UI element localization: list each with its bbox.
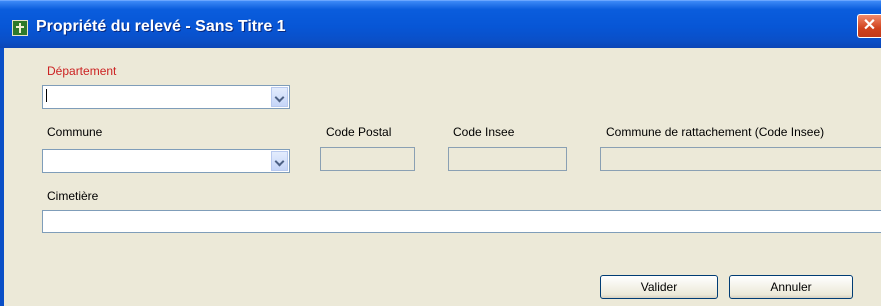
- code-postal-label: Code Postal: [326, 125, 392, 139]
- code-postal-field[interactable]: [320, 147, 415, 171]
- window-left-border: [0, 48, 4, 306]
- valider-button[interactable]: Valider: [600, 275, 718, 299]
- cimetiere-field[interactable]: [42, 210, 881, 233]
- close-button[interactable]: ✕: [857, 14, 881, 38]
- window-title: Propriété du relevé - Sans Titre 1: [36, 18, 286, 35]
- chevron-down-icon[interactable]: [271, 87, 288, 107]
- commune-label: Commune: [47, 125, 103, 139]
- code-insee-field[interactable]: [448, 147, 567, 171]
- commune-rattachement-label: Commune de rattachement (Code Insee): [606, 125, 825, 139]
- text-caret: [46, 89, 47, 102]
- departement-label: Département: [47, 64, 117, 78]
- close-icon: ✕: [862, 17, 877, 34]
- title-bar[interactable]: Propriété du relevé - Sans Titre 1 ✕: [0, 0, 881, 48]
- commune-combobox[interactable]: [42, 149, 290, 173]
- dialog-window: Propriété du relevé - Sans Titre 1 ✕ Dép…: [0, 0, 881, 306]
- cimetiere-label: Cimetière: [47, 189, 99, 203]
- app-icon: [12, 20, 28, 36]
- annuler-button[interactable]: Annuler: [729, 275, 853, 299]
- commune-rattachement-field[interactable]: [600, 147, 881, 171]
- chevron-down-icon[interactable]: [271, 151, 288, 171]
- code-insee-label: Code Insee: [453, 125, 515, 139]
- departement-combobox[interactable]: [42, 85, 290, 109]
